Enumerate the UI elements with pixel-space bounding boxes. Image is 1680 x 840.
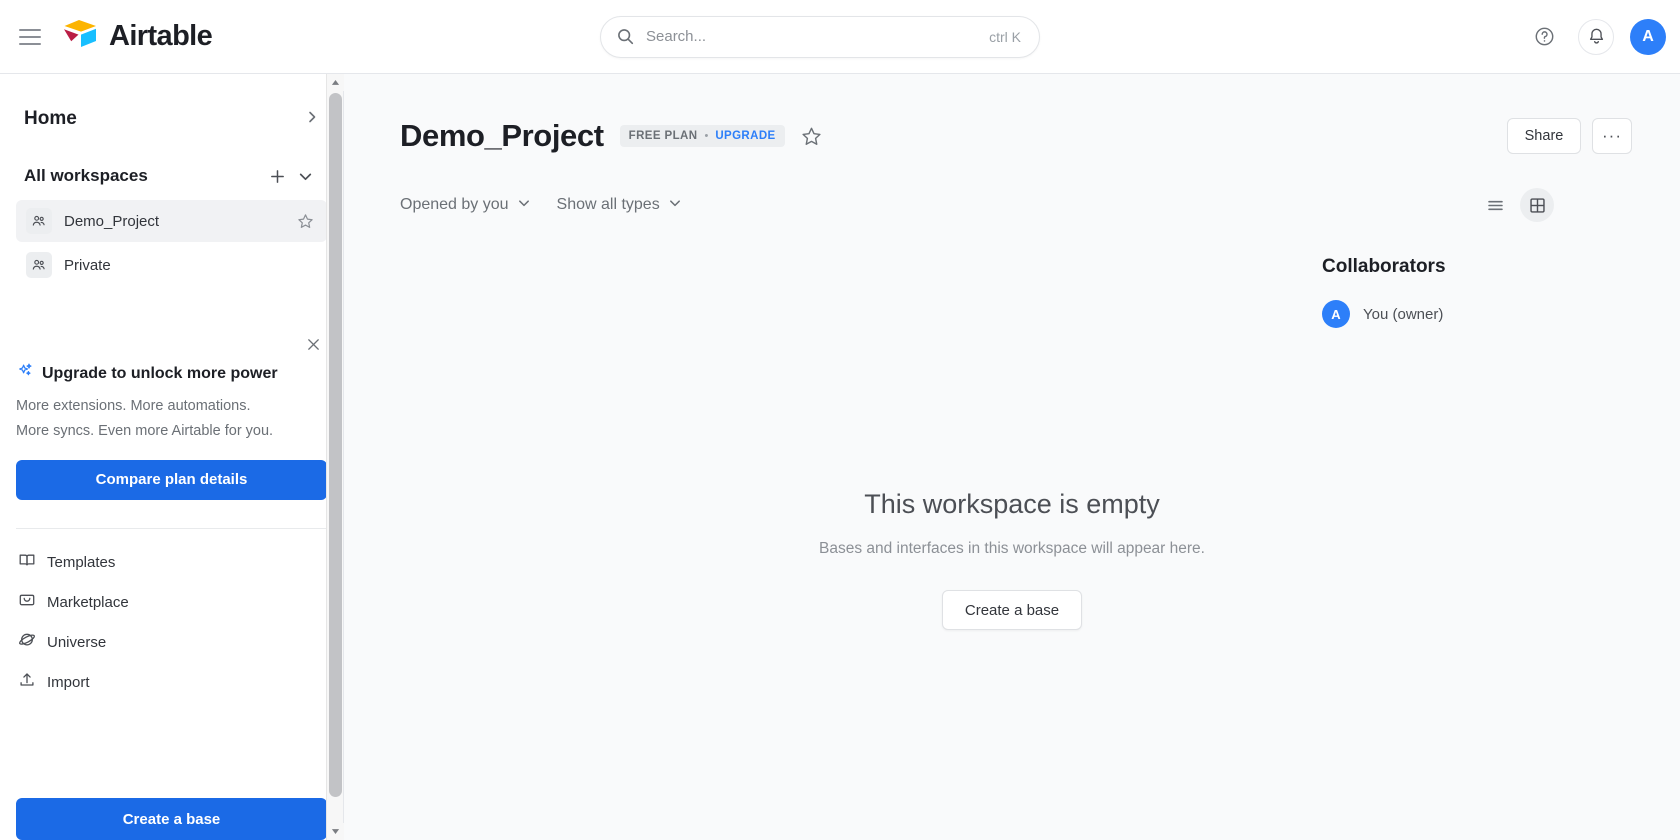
sidebar-item-label: Universe [47, 634, 107, 652]
chevron-down-icon [517, 196, 531, 215]
empty-state-subtitle: Bases and interfaces in this workspace w… [819, 540, 1205, 557]
sidebar-item-label: Marketplace [47, 594, 129, 612]
plan-badge[interactable]: FREE PLAN • UPGRADE [619, 125, 785, 147]
sidebar-item-universe[interactable]: Universe [16, 623, 327, 663]
workspace-people-icon [26, 252, 52, 278]
upload-icon [18, 671, 36, 694]
hamburger-line [19, 28, 41, 31]
top-bar-actions: A [1526, 18, 1666, 55]
chevron-right-icon [305, 110, 319, 129]
sidebar-item-home[interactable]: Home [16, 96, 327, 142]
scrollbar-thumb[interactable] [328, 93, 342, 797]
workspace-name: Private [64, 256, 111, 274]
more-options-button[interactable]: ··· [1592, 118, 1632, 154]
share-button[interactable]: Share [1507, 118, 1581, 154]
sidebar-item-workspace-private[interactable]: Private [16, 244, 327, 286]
book-icon [18, 551, 36, 574]
filter-label: Opened by you [400, 196, 509, 213]
user-avatar[interactable]: A [1630, 18, 1666, 55]
create-base-button-sidebar[interactable]: Create a base [16, 798, 327, 840]
top-bar: Airtable ctrl K [0, 0, 1680, 74]
chevron-down-icon [668, 196, 682, 215]
scroll-down-arrow-icon[interactable] [326, 823, 344, 840]
sidebar-item-marketplace[interactable]: Marketplace [16, 583, 327, 623]
app-body: Home All workspaces Demo_Project Private… [0, 74, 1680, 840]
airtable-logo-icon [61, 18, 99, 55]
view-toggle [1478, 188, 1554, 222]
sidebar-divider [16, 527, 327, 529]
bell-icon[interactable] [1578, 18, 1614, 55]
filter-bar: Opened by you Show all types [400, 188, 1632, 222]
chevron-down-icon[interactable] [291, 162, 319, 190]
upgrade-desc-line-1: More extensions. More automations. [16, 398, 251, 414]
create-base-button-empty-state[interactable]: Create a base [941, 590, 1083, 630]
filter-show-all-types[interactable]: Show all types [557, 196, 682, 215]
airtable-logo-link[interactable]: Airtable [61, 18, 213, 55]
sidebar-item-label: Templates [47, 554, 116, 572]
hamburger-menu-icon[interactable] [10, 17, 50, 57]
help-circle-icon[interactable] [1526, 19, 1562, 55]
upgrade-desc-line-2: More syncs. Even more Airtable for you. [16, 422, 274, 439]
search-box[interactable]: ctrl K [600, 15, 1040, 58]
grid-view-icon[interactable] [1520, 188, 1554, 222]
scroll-up-arrow-icon[interactable] [326, 74, 344, 91]
planet-icon [18, 631, 36, 654]
plan-separator: • [704, 130, 709, 142]
main-content: Demo_Project FREE PLAN • UPGRADE Share ·… [344, 74, 1680, 840]
collaborators-panel: Collaborators A You (owner) [1322, 256, 1632, 328]
compare-plan-details-button[interactable]: Compare plan details [16, 459, 327, 500]
page-title: Demo_Project [400, 118, 604, 153]
search-input[interactable] [646, 28, 990, 45]
collaborator-avatar: A [1322, 300, 1350, 328]
upgrade-link[interactable]: UPGRADE [715, 130, 775, 142]
workspace-name: Demo_Project [64, 212, 160, 230]
hamburger-line [19, 42, 41, 45]
marketplace-box-icon [18, 591, 36, 614]
plan-name: FREE PLAN [628, 130, 698, 142]
collaborators-title: Collaborators [1322, 256, 1446, 277]
empty-state: This workspace is empty Bases and interf… [710, 489, 1314, 630]
sparkle-icon [16, 362, 34, 385]
sidebar-scroll-area: Home All workspaces Demo_Project Private… [0, 74, 343, 784]
sidebar-footer: Create a base [0, 784, 343, 840]
hamburger-line [19, 35, 41, 38]
all-workspaces-label: All workspaces [24, 166, 148, 185]
airtable-app: Airtable ctrl K [0, 0, 1680, 840]
upgrade-card-title-row: Upgrade to unlock more power [16, 362, 327, 385]
upgrade-card-title: Upgrade to unlock more power [42, 364, 278, 382]
main-inner: Demo_Project FREE PLAN • UPGRADE Share ·… [344, 74, 1680, 222]
sidebar-item-workspace-demo-project[interactable]: Demo_Project [16, 200, 327, 242]
sidebar: Home All workspaces Demo_Project Private… [0, 74, 344, 840]
scrollbar-track[interactable] [327, 91, 344, 823]
sidebar-scrollbar[interactable] [326, 74, 344, 840]
all-workspaces-header: All workspaces [16, 154, 327, 198]
collaborator-row[interactable]: A You (owner) [1322, 300, 1632, 328]
search-container: ctrl K [600, 15, 1040, 58]
sidebar-item-label: Import [47, 674, 90, 692]
workspace-header-actions: Share ··· [1507, 118, 1632, 154]
workspace-header: Demo_Project FREE PLAN • UPGRADE Share ·… [400, 118, 1632, 154]
close-icon[interactable] [301, 332, 325, 356]
collaborator-name: You (owner) [1363, 305, 1444, 323]
upgrade-card: Upgrade to unlock more power More extens… [16, 338, 327, 504]
empty-state-title: This workspace is empty [864, 489, 1160, 519]
sidebar-home-label: Home [24, 108, 77, 129]
filter-label: Show all types [556, 196, 660, 213]
star-outline-icon[interactable] [799, 123, 825, 149]
search-icon [617, 28, 634, 45]
filter-opened-by-you[interactable]: Opened by you [400, 196, 531, 215]
star-outline-icon[interactable] [293, 209, 317, 233]
search-shortcut-hint: ctrl K [989, 28, 1021, 45]
workspace-people-icon [26, 208, 52, 234]
brand-name: Airtable [109, 20, 213, 52]
sidebar-item-templates[interactable]: Templates [16, 543, 327, 583]
upgrade-card-description: More extensions. More automations. More … [16, 394, 327, 444]
plus-icon[interactable] [263, 162, 291, 190]
sidebar-item-import[interactable]: Import [16, 663, 327, 703]
list-view-icon[interactable] [1478, 188, 1512, 222]
